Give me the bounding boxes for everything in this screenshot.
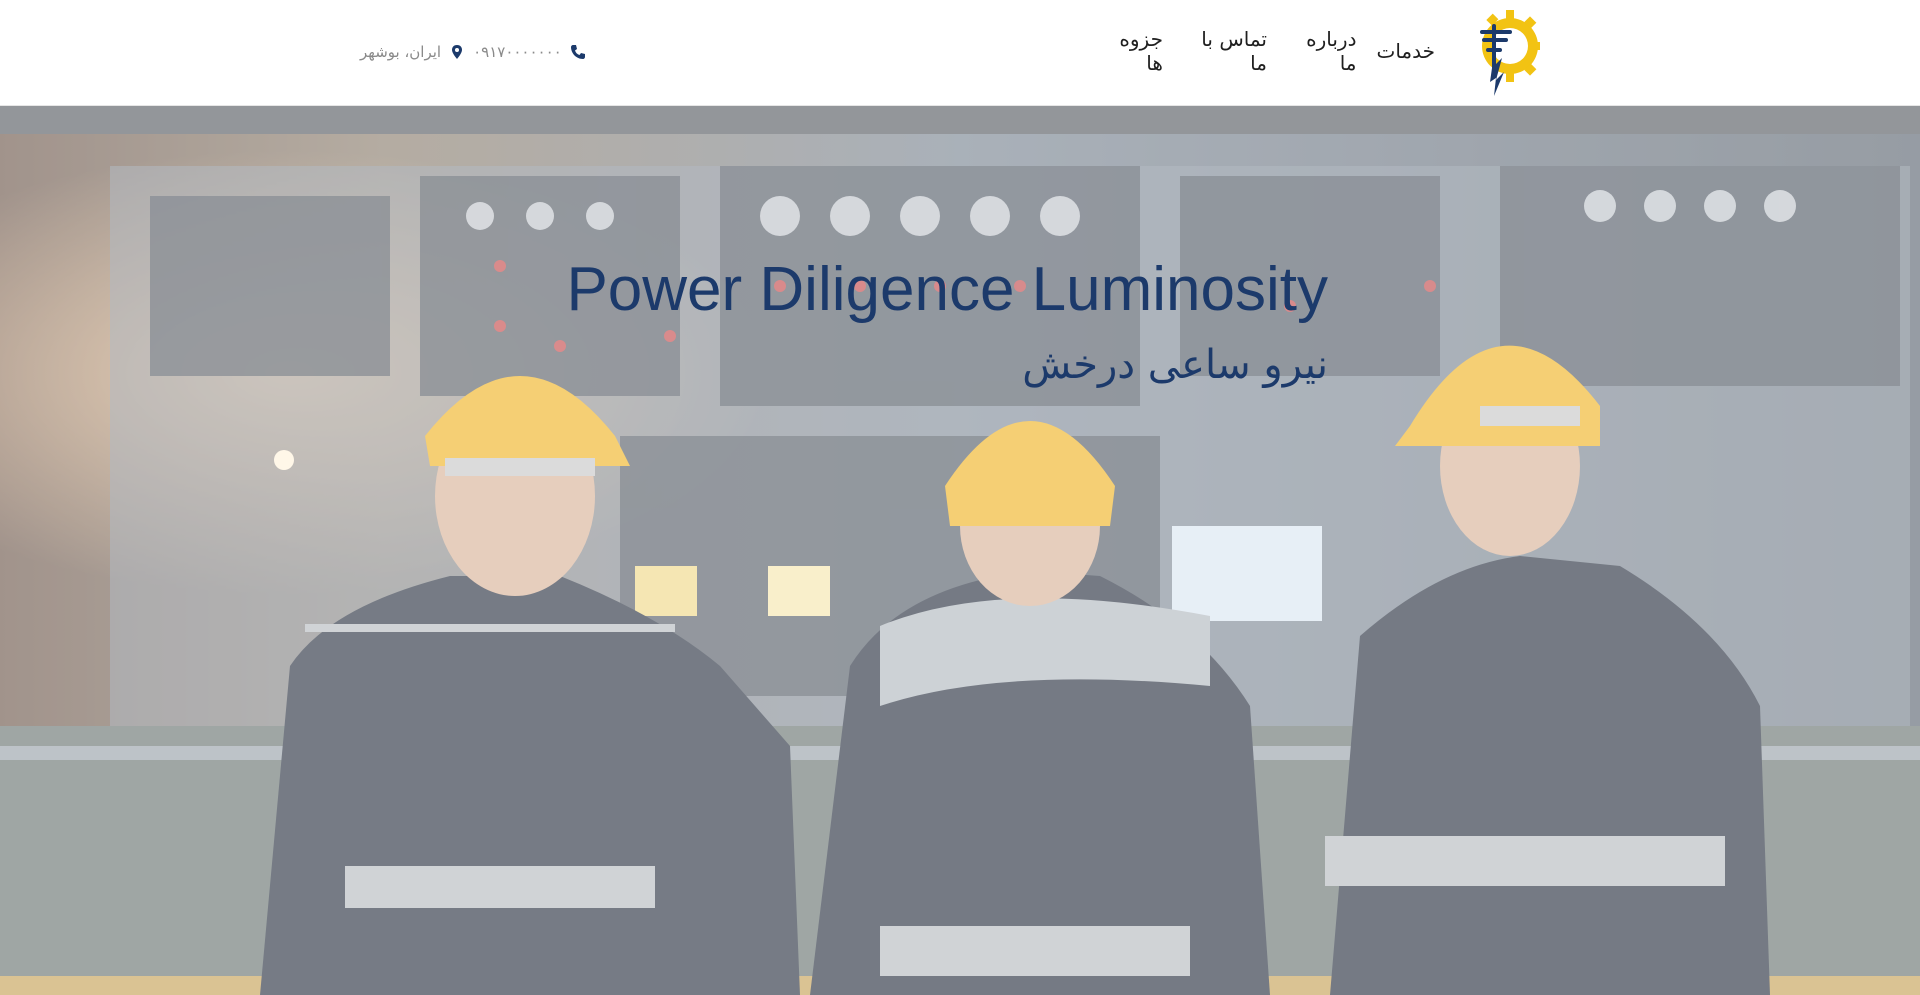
- main-nav: خدمات درباره ما تماس با ما جزوه ها: [1100, 27, 1436, 75]
- nav-item-about[interactable]: درباره ما: [1287, 27, 1356, 75]
- contact-info: ایران، بوشهر ۰۹۱۷۰۰۰۰۰۰۰: [360, 40, 586, 64]
- nav-item-booklets[interactable]: جزوه ها: [1100, 27, 1163, 75]
- power-tower-gear-icon: [1480, 10, 1540, 96]
- site-logo[interactable]: [1470, 6, 1542, 98]
- site-header: خدمات درباره ما تماس با ما جزوه ها ایران…: [0, 0, 1920, 106]
- phone-number[interactable]: ۰۹۱۷۰۰۰۰۰۰۰: [473, 43, 562, 61]
- nav-item-contact[interactable]: تماس با ما: [1183, 27, 1267, 75]
- map-pin-icon: [452, 45, 463, 59]
- hero-subtitle: نیرو ساعی درخش: [1022, 342, 1328, 388]
- location-text: ایران، بوشهر: [360, 43, 442, 61]
- hero-section: Power Diligence Luminosity نیرو ساعی درخ…: [0, 106, 1920, 995]
- nav-item-services[interactable]: خدمات: [1377, 39, 1436, 63]
- hero-title: Power Diligence Luminosity: [566, 255, 1328, 324]
- hero-overlay: [0, 106, 1920, 995]
- phone-icon: [570, 45, 585, 59]
